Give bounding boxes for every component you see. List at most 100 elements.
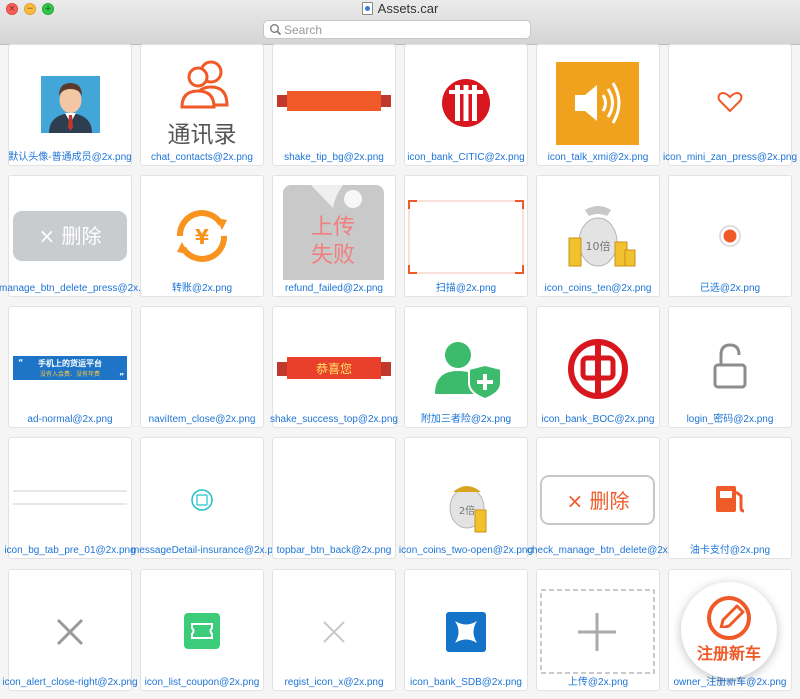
- asset-tile[interactable]: 油卡支付@2x.png: [668, 437, 792, 559]
- asset-tile[interactable]: regist_icon_x@2x.png: [272, 569, 396, 691]
- avatar-icon: [41, 76, 100, 133]
- asset-filename: naviItem_close@2x.png: [148, 414, 256, 425]
- citic-bank-icon: [442, 79, 490, 127]
- upload-text: 上传: [311, 215, 355, 240]
- asset-tile[interactable]: 恭喜您 shake_success_top@2x.png: [270, 306, 398, 428]
- window-title-text: Assets.car: [377, 1, 439, 16]
- insurance-badge-icon: [191, 489, 213, 511]
- asset-thumbnail: [669, 438, 791, 542]
- asset-filename: chat_contacts@2x.png: [151, 152, 253, 163]
- failed-text: 失败: [311, 243, 355, 268]
- asset-thumbnail: 2倍: [405, 438, 527, 542]
- asset-filename: 附加三者险@2x.png: [420, 414, 512, 425]
- asset-tile[interactable]: 默认头像-普通成员@2x.png: [8, 44, 132, 166]
- coins-multiplier-text: 10倍: [586, 239, 611, 253]
- asset-tile[interactable]: “ 手机上的货运平台 没有入会费、没有年费 ” ad-normal@2x.png: [8, 306, 132, 428]
- asset-thumbnail: [405, 570, 527, 674]
- asset-tile[interactable]: 已选@2x.png: [668, 175, 792, 297]
- asset-tile[interactable]: icon_bank_CITIC@2x.png: [404, 44, 528, 166]
- document-icon: [361, 2, 373, 15]
- asset-tile[interactable]: 附加三者险@2x.png: [404, 306, 528, 428]
- asset-tile[interactable]: 10倍 icon_coins_ten@2x.png: [536, 175, 660, 297]
- asset-thumbnail: [9, 45, 131, 149]
- asset-thumbnail: 恭喜您: [273, 307, 395, 411]
- asset-thumbnail: × 删除: [9, 176, 131, 280]
- asset-tile[interactable]: 扫描@2x.png: [404, 175, 528, 297]
- asset-filename: 上传@2x.png: [567, 677, 629, 688]
- asset-tile[interactable]: icon_bg_tab_pre_01@2x.png: [4, 437, 136, 559]
- asset-tile[interactable]: icon_bank_SDB@2x.png: [404, 569, 528, 691]
- ad-banner-icon: “ 手机上的货运平台 没有入会费、没有年费 ”: [13, 356, 127, 381]
- asset-tile[interactable]: icon_alert_close-right@2x.png: [2, 569, 138, 691]
- asset-filename: messageDetail-insurance@2x.png: [131, 545, 273, 556]
- quote-open-icon: “: [18, 358, 23, 367]
- asset-tile[interactable]: 通讯录 chat_contacts@2x.png: [140, 44, 264, 166]
- search-icon: [270, 24, 282, 36]
- asset-filename: icon_talk_xmi@2x.png: [547, 152, 649, 163]
- contacts-icon: 通讯录: [168, 60, 237, 148]
- asset-filename: 已选@2x.png: [699, 283, 761, 294]
- asset-tile[interactable]: 上传@2x.png: [536, 569, 660, 691]
- asset-filename: icon_mini_zan_press@2x.png: [662, 152, 798, 163]
- asset-thumbnail: 上传 失败: [273, 176, 395, 280]
- register-new-car-button[interactable]: 注册新车: [681, 582, 777, 678]
- asset-filename: refund_failed@2x.png: [285, 283, 383, 294]
- coupon-icon: [184, 613, 220, 649]
- heart-icon: [717, 92, 743, 113]
- regist-x-icon: [323, 621, 345, 643]
- asset-thumbnail: [9, 570, 131, 674]
- asset-tile[interactable]: shake_tip_bg@2x.png: [272, 44, 396, 166]
- asset-tile[interactable]: ¥ 转账@2x.png: [140, 175, 264, 297]
- success-ribbon-icon: 恭喜您: [277, 357, 391, 379]
- asset-tile[interactable]: icon_bank_BOC@2x.png: [536, 306, 660, 428]
- asset-tile[interactable]: × 删除 manage_btn_delete_press@2x.png: [0, 175, 141, 297]
- unlock-icon: [713, 343, 747, 389]
- window-title: Assets.car: [0, 1, 800, 16]
- asset-filename: icon_alert_close-right@2x.png: [2, 677, 138, 688]
- app-window: × − + Assets.car 默认头像-普通成员@2x.: [0, 0, 800, 699]
- coins-bag-icon: 10倍: [568, 206, 636, 267]
- asset-thumbnail: [405, 176, 527, 280]
- sdb-bank-icon: [446, 612, 486, 652]
- coins-two-text: 2倍: [459, 504, 475, 517]
- asset-tile[interactable]: icon_mini_zan_press@2x.png: [663, 44, 797, 166]
- insurance-user-icon: [435, 342, 502, 401]
- search-input[interactable]: [284, 22, 524, 37]
- asset-tile[interactable]: × 删除 check_manage_btn_delete@2x.png: [527, 437, 669, 559]
- yen-symbol-icon: ¥: [195, 225, 209, 249]
- edit-pencil-icon: [707, 596, 751, 640]
- asset-grid: 默认头像-普通成员@2x.png 通讯录 chat_contacts@2x.pn…: [0, 44, 800, 699]
- asset-thumbnail: [273, 570, 395, 674]
- asset-thumbnail: [141, 307, 263, 411]
- asset-filename: shake_tip_bg@2x.png: [284, 152, 384, 163]
- transfer-yen-icon: ¥: [177, 210, 227, 262]
- ribbon-banner-icon: [277, 91, 391, 111]
- asset-thumbnail: [669, 45, 791, 149]
- asset-filename: icon_bank_CITIC@2x.png: [407, 152, 525, 163]
- asset-tile[interactable]: icon_list_coupon@2x.png: [140, 569, 264, 691]
- asset-tile[interactable]: messageDetail-insurance@2x.png: [131, 437, 273, 559]
- asset-thumbnail: “ 手机上的货运平台 没有入会费、没有年费 ”: [9, 307, 131, 411]
- asset-tile[interactable]: login_密码@2x.png: [668, 306, 792, 428]
- asset-thumbnail: [273, 45, 395, 149]
- asset-filename: icon_list_coupon@2x.png: [144, 677, 260, 688]
- boc-bank-icon: [568, 339, 628, 399]
- scan-frame-icon: [408, 200, 524, 274]
- asset-thumbnail: [405, 45, 527, 149]
- asset-tile[interactable]: 上传 失败 refund_failed@2x.png: [272, 175, 396, 297]
- close-x-icon: [56, 618, 84, 646]
- asset-filename: icon_bank_SDB@2x.png: [410, 677, 522, 688]
- ad-subline-text: 没有入会费、没有年费: [40, 370, 100, 378]
- asset-filename: icon_bank_BOC@2x.png: [541, 414, 655, 425]
- asset-filename: icon_coins_ten@2x.png: [544, 283, 652, 294]
- asset-tile[interactable]: topbar_btn_back@2x.png: [272, 437, 396, 559]
- asset-thumbnail: [669, 176, 791, 280]
- asset-tile[interactable]: 2倍 icon_coins_two-open@2x.png: [399, 437, 533, 559]
- asset-tile[interactable]: naviItem_close@2x.png: [140, 306, 264, 428]
- asset-thumbnail: 通讯录: [141, 45, 263, 149]
- title-bar: × − + Assets.car: [0, 0, 800, 45]
- delete-text: × 删除: [566, 489, 629, 513]
- asset-tile[interactable]: icon_talk_xmi@2x.png: [536, 44, 660, 166]
- tab-background-icon: [13, 490, 127, 505]
- search-field[interactable]: [263, 20, 531, 39]
